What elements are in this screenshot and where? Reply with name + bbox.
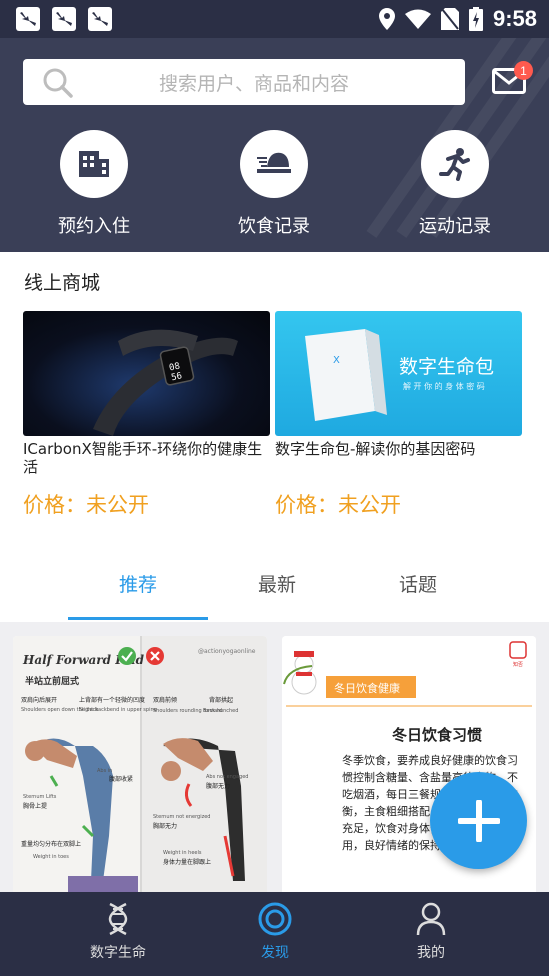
quick-action-diet[interactable]: 饮食记录 <box>209 130 339 238</box>
user-icon <box>416 902 446 936</box>
mall-title: 线上商城 <box>24 272 101 294</box>
svg-text:Slight backbend in upper spine: Slight backbend in upper spine <box>79 707 157 713</box>
app-notification-icon <box>88 7 112 31</box>
dna-kit-title: 数字生命包 <box>399 356 494 378</box>
mail-badge: 1 <box>514 61 533 80</box>
svg-text:Abs not engaged: Abs not engaged <box>206 774 248 780</box>
product-price: 价格：未公开 <box>275 493 401 517</box>
svg-text:身体力量在脚跟上: 身体力量在脚跟上 <box>163 858 211 866</box>
svg-text:Sternum Lifts: Sternum Lifts <box>23 794 57 800</box>
notification-icons <box>0 7 112 31</box>
svg-text:双肩前倾: 双肩前倾 <box>153 696 177 704</box>
svg-text:X: X <box>333 355 340 366</box>
svg-text:腹部收紧: 腹部收紧 <box>109 775 133 783</box>
svg-text:冬日饮食健康: 冬日饮食健康 <box>334 681 400 695</box>
nav-label: 发现 <box>261 945 289 961</box>
product-card[interactable]: X 数字生命包 解 开 你 的 身 体 密 码 数字生命包-解读你的基因密码 价… <box>275 311 522 517</box>
location-icon <box>378 8 395 30</box>
app-notification-icon <box>52 7 76 31</box>
nav-discover[interactable]: 发现 <box>215 902 335 962</box>
product-image-dna-kit: X 数字生命包 解 开 你 的 身 体 密 码 <box>275 311 522 436</box>
header: 搜索用户、商品和内容 1 预约入住 饮食记录 运动记录 <box>0 38 549 252</box>
search-placeholder: 搜索用户、商品和内容 <box>158 72 349 95</box>
tab-recommend[interactable]: 推荐 <box>68 570 208 597</box>
product-image-band: 08 56 <box>23 311 270 436</box>
svg-text:双肩向后展开: 双肩向后展开 <box>21 696 57 704</box>
svg-text:Sternum not energized: Sternum not energized <box>153 814 210 820</box>
svg-text:@actionyogaonline: @actionyogaonline <box>198 648 256 655</box>
product-title: 数字生命包-解读你的基因密码 <box>275 440 476 458</box>
search-input[interactable]: 搜索用户、商品和内容 <box>23 59 465 105</box>
food-dish-icon <box>257 152 291 173</box>
smart-band-image: 08 56 <box>93 329 238 436</box>
svg-text:Weight in toes: Weight in toes <box>33 854 69 860</box>
feed-card-yoga[interactable]: Half Forward Fold 半站立前屈式 @actionyogaonli… <box>13 636 267 896</box>
tab-latest[interactable]: 最新 <box>207 570 347 597</box>
add-post-button[interactable] <box>430 772 527 869</box>
nav-digital-life[interactable]: 数字生命 <box>58 902 178 962</box>
svg-text:胸骨上提: 胸骨上提 <box>23 802 47 810</box>
plus-icon <box>457 799 500 842</box>
status-bar: 9:58 <box>0 0 549 38</box>
nav-label: 我的 <box>417 945 445 961</box>
running-icon <box>439 148 470 181</box>
battery-icon <box>468 7 483 31</box>
quick-action-label: 预约入住 <box>58 216 130 237</box>
nav-me[interactable]: 我的 <box>371 902 491 962</box>
clock: 9:58 <box>492 6 537 31</box>
svg-text:重量均匀分布在双脚上: 重量均匀分布在双脚上 <box>21 840 81 848</box>
discover-icon <box>258 902 292 936</box>
svg-text:背部拱起: 背部拱起 <box>209 696 233 704</box>
svg-text:冬日饮食习惯: 冬日饮食习惯 <box>392 726 482 744</box>
product-card[interactable]: 08 56 ICarbonX智能手环-环绕你的健康生活 价格：未公开 <box>23 311 270 517</box>
wifi-icon <box>404 9 431 29</box>
quick-action-label: 运动记录 <box>419 216 491 237</box>
product-title: ICarbonX智能手环-环绕你的健康生活 <box>23 440 263 476</box>
svg-text:上背部有一个轻微的凹度: 上背部有一个轻微的凹度 <box>79 696 145 704</box>
svg-text:知否: 知否 <box>513 661 523 668</box>
quick-action-exercise[interactable]: 运动记录 <box>390 130 520 238</box>
nav-label: 数字生命 <box>90 945 146 961</box>
dna-icon <box>108 902 128 936</box>
svg-text:Abs in: Abs in <box>97 768 112 774</box>
feed-tabs: 推荐 最新 话题 <box>0 560 549 622</box>
app-notification-icon <box>16 7 40 31</box>
svg-text:半站立前屈式: 半站立前屈式 <box>25 675 79 687</box>
quick-action-checkin[interactable]: 预约入住 <box>29 130 159 238</box>
dna-kit-subtitle: 解 开 你 的 身 体 密 码 <box>403 381 485 391</box>
building-icon <box>79 151 109 177</box>
svg-text:腹部无力: 腹部无力 <box>206 782 230 790</box>
no-sim-icon <box>440 8 459 30</box>
tab-topics[interactable]: 话题 <box>348 570 488 597</box>
quick-action-label: 饮食记录 <box>238 216 310 237</box>
svg-text:Weight in heels: Weight in heels <box>163 850 202 856</box>
product-price: 价格：未公开 <box>23 493 149 517</box>
yoga-illustration: Half Forward Fold 半站立前屈式 @actionyogaonli… <box>13 636 267 896</box>
dna-kit-image: X 数字生命包 解 开 你 的 身 体 密 码 <box>305 329 494 421</box>
svg-text:胸部无力: 胸部无力 <box>153 822 177 830</box>
active-tab-indicator <box>68 617 208 620</box>
bottom-navigation: 数字生命 发现 我的 <box>0 892 549 976</box>
svg-text:Back hunched: Back hunched <box>203 708 238 714</box>
